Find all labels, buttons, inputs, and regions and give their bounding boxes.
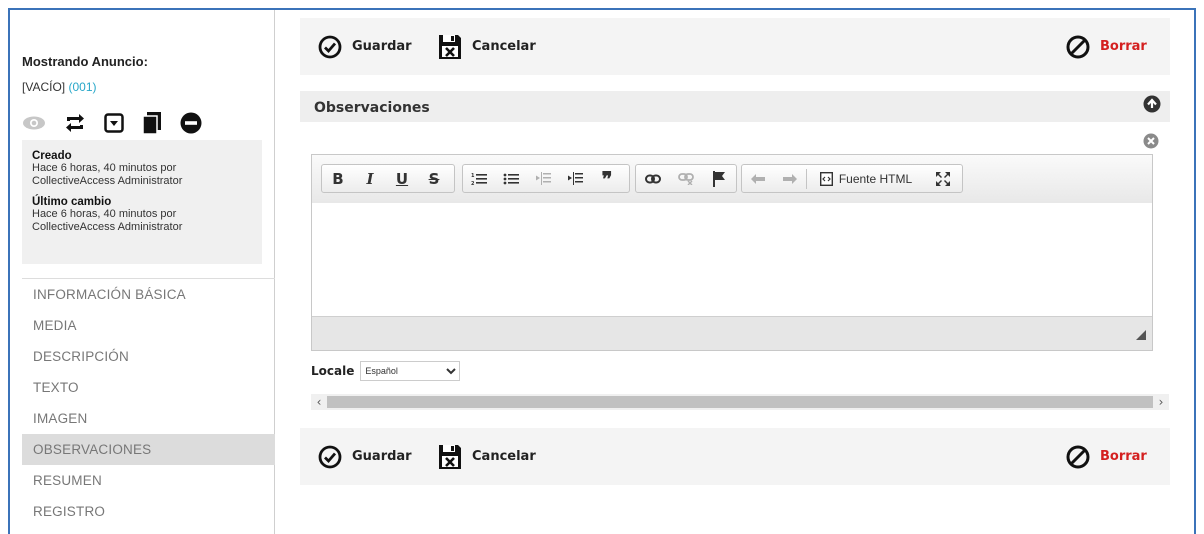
record-value: [VACÍO] xyxy=(22,80,66,94)
underline-button[interactable]: U xyxy=(386,165,418,192)
created-text-line: Hace 6 horas, 40 minutos por xyxy=(32,162,177,174)
source-page-icon xyxy=(819,171,833,186)
duplicate-icon[interactable] xyxy=(142,112,162,134)
strike-button[interactable]: S xyxy=(418,165,450,192)
record-id-link[interactable]: (001) xyxy=(68,80,96,94)
cancel-button[interactable]: Cancelar xyxy=(438,428,536,485)
created-label: Creado xyxy=(32,150,72,162)
scroll-right-icon[interactable]: › xyxy=(1153,394,1169,410)
outdent-icon[interactable] xyxy=(527,165,559,192)
sidebar-item-media[interactable]: MEDIA xyxy=(22,310,275,341)
panel-title: Observaciones xyxy=(314,100,430,116)
link-icon[interactable] xyxy=(636,165,669,192)
format-group: B I U S xyxy=(321,164,455,193)
remove-value-icon[interactable] xyxy=(1143,133,1159,153)
dropdown-icon[interactable] xyxy=(104,113,124,133)
locale-row: Locale Español xyxy=(311,361,461,381)
horizontal-scrollbar[interactable]: ‹ › xyxy=(311,394,1169,410)
created-text-line: CollectiveAccess Administrator xyxy=(32,175,183,187)
changed-text: Hace 6 horas, 40 minutos por CollectiveA… xyxy=(32,208,262,234)
bottom-action-bar: Guardar Cancelar Borrar xyxy=(300,428,1170,485)
save-button[interactable]: Guardar xyxy=(318,18,412,75)
cancel-label: Cancelar xyxy=(472,449,536,464)
top-action-bar: Guardar Cancelar Borrar xyxy=(300,18,1170,75)
no-entry-icon xyxy=(1066,35,1090,58)
cancel-button[interactable]: Cancelar xyxy=(438,18,536,75)
link-group xyxy=(635,164,737,193)
bullet-list-icon[interactable] xyxy=(495,165,527,192)
scroll-left-icon[interactable]: ‹ xyxy=(311,394,327,410)
svg-text:2: 2 xyxy=(471,181,475,186)
delete-label: Borrar xyxy=(1100,449,1147,464)
no-entry-icon xyxy=(1066,445,1090,468)
record-identifier: [VACÍO] (001) xyxy=(22,80,96,94)
created-text: Hace 6 horas, 40 minutos por CollectiveA… xyxy=(32,162,262,188)
locale-select[interactable]: Español xyxy=(360,361,461,381)
source-html-button[interactable]: Fuente HTML xyxy=(807,165,925,192)
sidebar-item-registro[interactable]: REGISTRO xyxy=(22,496,275,527)
cancel-label: Cancelar xyxy=(472,39,536,54)
sidebar-item-imagen[interactable]: IMAGEN xyxy=(22,403,275,434)
numbered-list-icon[interactable]: 12 xyxy=(463,165,495,192)
record-actions xyxy=(22,108,202,138)
source-html-label: Fuente HTML xyxy=(838,171,913,186)
sidebar-nav: INFORMACIÓN BÁSICA MEDIA DESCRIPCIÓN TEX… xyxy=(22,278,275,527)
blockquote-icon[interactable]: ❞ xyxy=(591,165,623,192)
redo-icon[interactable] xyxy=(774,165,806,192)
record-info-box: Creado Hace 6 horas, 40 minutos por Coll… xyxy=(22,140,262,264)
editor-footer xyxy=(312,316,1152,350)
sidebar-item-resumen[interactable]: RESUMEN xyxy=(22,465,275,496)
svg-text:1: 1 xyxy=(471,173,475,179)
resize-grip-icon[interactable] xyxy=(1136,325,1146,344)
floppy-cancel-icon xyxy=(439,444,461,469)
eye-icon[interactable] xyxy=(22,115,46,131)
repeat-icon[interactable] xyxy=(64,113,86,133)
scrollbar-thumb[interactable] xyxy=(327,396,1153,408)
save-label: Guardar xyxy=(352,39,412,54)
remove-icon[interactable] xyxy=(180,112,202,134)
anchor-flag-icon[interactable] xyxy=(703,165,736,192)
locale-label: Locale xyxy=(311,364,355,378)
record-heading: Mostrando Anuncio: xyxy=(22,54,148,69)
delete-button[interactable]: Borrar xyxy=(1066,428,1147,485)
changed-text-line: CollectiveAccess Administrator xyxy=(32,221,183,233)
indent-icon[interactable] xyxy=(559,165,591,192)
sidebar-item-observaciones[interactable]: OBSERVACIONES xyxy=(22,434,275,465)
unlink-icon[interactable] xyxy=(669,165,702,192)
changed-label: Último cambio xyxy=(32,196,112,208)
save-label: Guardar xyxy=(352,449,412,464)
bold-button[interactable]: B xyxy=(322,165,354,192)
sidebar-item-informacion-basica[interactable]: INFORMACIÓN BÁSICA xyxy=(22,279,275,310)
changed-text-line: Hace 6 horas, 40 minutos por xyxy=(32,208,177,220)
rich-text-editor: B I U S 12 ❞ Fuente HTML xyxy=(311,154,1153,351)
editor-content-area[interactable] xyxy=(312,203,1152,316)
sidebar-item-descripcion[interactable]: DESCRIPCIÓN xyxy=(22,341,275,372)
collapse-up-icon[interactable] xyxy=(1143,95,1161,117)
editor-toolbar: B I U S 12 ❞ Fuente HTML xyxy=(312,155,1152,204)
italic-button[interactable]: I xyxy=(354,165,386,192)
save-button[interactable]: Guardar xyxy=(318,428,412,485)
maximize-icon[interactable] xyxy=(925,165,961,192)
delete-label: Borrar xyxy=(1100,39,1147,54)
delete-button[interactable]: Borrar xyxy=(1066,18,1147,75)
check-circle-icon xyxy=(318,35,342,58)
floppy-cancel-icon xyxy=(439,34,461,59)
observaciones-panel-header: Observaciones xyxy=(300,91,1170,122)
list-group: 12 ❞ xyxy=(462,164,630,193)
check-circle-icon xyxy=(318,445,342,468)
history-group: Fuente HTML xyxy=(741,164,963,193)
sidebar-item-texto[interactable]: TEXTO xyxy=(22,372,275,403)
undo-icon[interactable] xyxy=(742,165,774,192)
